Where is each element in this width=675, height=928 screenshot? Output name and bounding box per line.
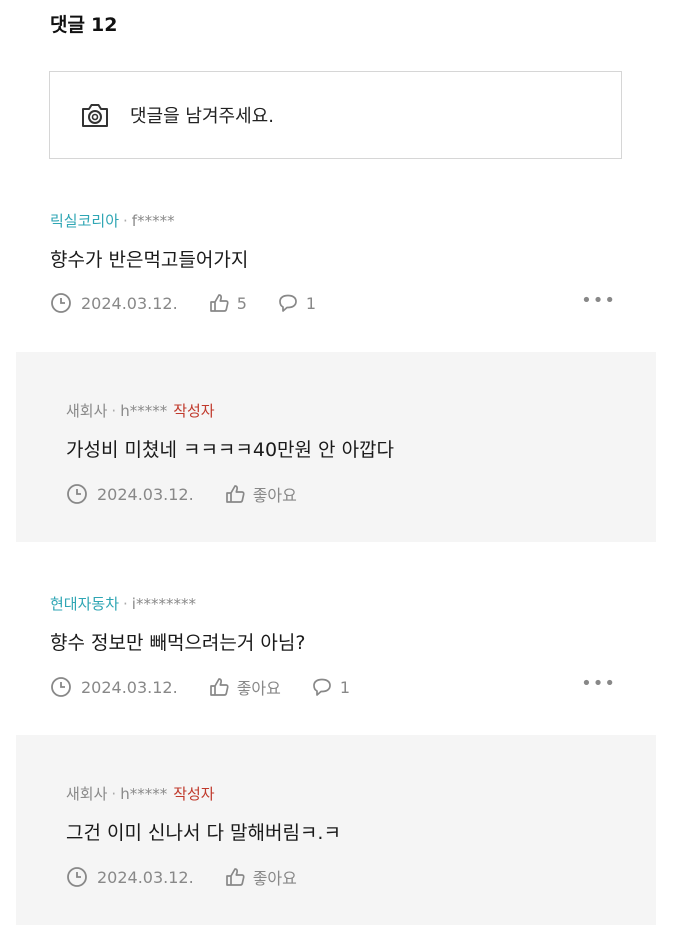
comment-author[interactable]: 새회사 — [66, 785, 107, 803]
comments-heading: 댓글 12 — [50, 10, 117, 37]
comment-date: 2024.03.12. — [50, 292, 178, 314]
clock-icon — [67, 484, 87, 504]
reply-count: 1 — [339, 677, 351, 697]
comment-user-id: i******** — [131, 595, 196, 613]
like-button[interactable]: 좋아요 — [208, 675, 281, 699]
like-button[interactable]: 좋아요 — [224, 865, 297, 889]
author-badge: 작성자 — [173, 402, 215, 420]
comment-author[interactable]: 현대자동차 — [50, 595, 119, 613]
meta-separator: · — [111, 402, 117, 420]
speech-bubble-icon — [279, 294, 297, 312]
comment-text: 가성비 미쳤네 ㅋㅋㅋㅋ40만원 안 아깝다 — [66, 439, 395, 461]
thumbs-up-icon — [225, 868, 245, 886]
like-button[interactable]: 5 — [208, 292, 247, 314]
like-count: 5 — [236, 293, 247, 313]
comment-date: 2024.03.12. — [50, 676, 178, 698]
meta-separator: · — [123, 595, 128, 613]
more-options-button[interactable]: ••• — [581, 290, 616, 311]
comment-item: 릭실코리아 · f***** 향수가 반은먹고들어가지 2024.03.12. 5 … — [0, 210, 675, 314]
meta-separator: · — [111, 785, 117, 803]
speech-bubble-icon — [313, 678, 331, 696]
comment-item: 현대자동차 · i******** 향수 정보만 빼먹으려는거 아님? 2024.0… — [0, 593, 675, 699]
comment-date-text: 2024.03.12. — [97, 867, 194, 887]
comment-author[interactable]: 새회사 — [66, 402, 107, 420]
camera-icon[interactable] — [80, 101, 110, 129]
comment-date: 2024.03.12. — [66, 483, 194, 505]
thumbs-up-icon — [209, 294, 229, 312]
comment-input[interactable]: 댓글을 남겨주세요. — [49, 71, 622, 159]
comment-meta: 릭실코리아 · f***** — [50, 210, 675, 231]
comment-actions: 2024.03.12. 좋아요 — [66, 865, 656, 889]
comment-author[interactable]: 릭실코리아 — [50, 212, 119, 230]
comment-text: 향수가 반은먹고들어가지 — [50, 249, 249, 271]
comments-count: 12 — [90, 14, 118, 36]
clock-icon — [51, 677, 71, 697]
comment-date-text: 2024.03.12. — [97, 484, 194, 504]
clock-icon — [51, 293, 71, 313]
comment-user-id: f***** — [131, 212, 175, 230]
reply-count: 1 — [305, 293, 317, 313]
like-label: 좋아요 — [236, 679, 281, 698]
like-label: 좋아요 — [252, 869, 297, 888]
like-button[interactable]: 좋아요 — [224, 482, 297, 506]
thumbs-up-icon — [209, 678, 229, 696]
reply-item: 새회사 · h***** 작성자 그건 이미 신나서 다 말해버림ㅋ.ㅋ 2024.0… — [16, 735, 656, 925]
reply-button[interactable]: 1 — [311, 676, 350, 698]
comment-user-id: h***** — [120, 402, 168, 420]
author-badge: 작성자 — [173, 785, 215, 803]
reply-item: 새회사 · h***** 작성자 가성비 미쳤네 ㅋㅋㅋㅋ40만원 안 아깝다 202… — [16, 352, 656, 542]
comment-user-id: h***** — [120, 785, 168, 803]
comment-date-text: 2024.03.12. — [81, 677, 178, 697]
comments-title: 댓글 — [50, 14, 85, 36]
comment-text: 향수 정보만 빼먹으려는거 아님? — [50, 632, 306, 654]
reply-button[interactable]: 1 — [277, 292, 316, 314]
comment-meta: 현대자동차 · i******** — [50, 593, 675, 614]
thumbs-up-icon — [225, 485, 245, 503]
comment-text: 그건 이미 신나서 다 말해버림ㅋ.ㅋ — [66, 822, 341, 844]
clock-icon — [67, 867, 87, 887]
comment-date: 2024.03.12. — [66, 866, 194, 888]
comment-date-text: 2024.03.12. — [81, 293, 178, 313]
comment-input-placeholder: 댓글을 남겨주세요. — [130, 106, 274, 127]
comment-meta: 새회사 · h***** 작성자 — [66, 400, 656, 421]
comment-actions: 2024.03.12. 좋아요 — [66, 482, 656, 506]
like-label: 좋아요 — [252, 486, 297, 505]
comments-page: 댓글 12 댓글을 남겨주세요. 릭실코리아 · f***** 향수가 반은먹고들어가… — [0, 0, 675, 928]
meta-separator: · — [123, 212, 128, 230]
comment-meta: 새회사 · h***** 작성자 — [66, 783, 656, 804]
more-options-button[interactable]: ••• — [581, 673, 616, 694]
